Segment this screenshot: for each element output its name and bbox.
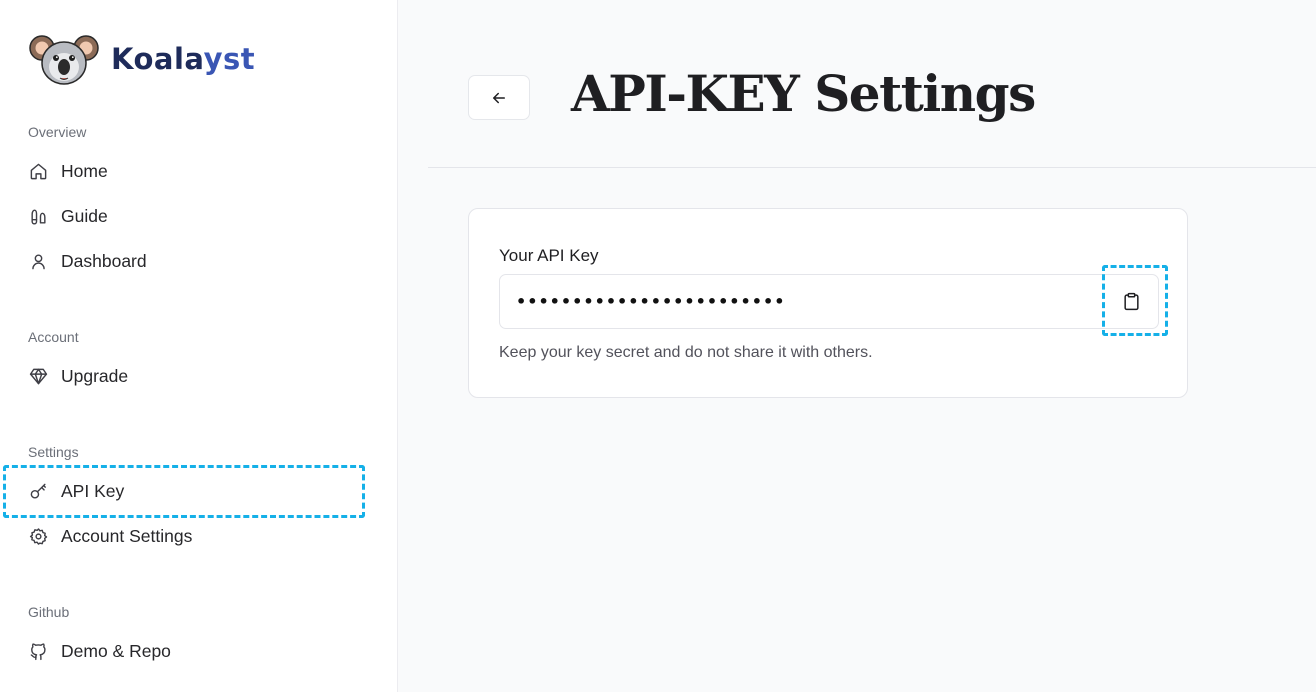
sidebar-item-label: Demo & Repo xyxy=(61,640,171,661)
api-key-helper-text: Keep your key secret and do not share it… xyxy=(499,344,873,361)
arrow-left-icon xyxy=(493,92,505,103)
gem-icon xyxy=(28,366,48,386)
section-label-account: Account xyxy=(28,329,79,345)
app-root: Koalayst Overview Home Guide Dashboard A… xyxy=(0,0,1316,692)
sidebar: Koalayst Overview Home Guide Dashboard A… xyxy=(0,0,398,692)
sidebar-item-home[interactable]: Home xyxy=(28,155,348,187)
sidebar-item-account-settings[interactable]: Account Settings xyxy=(28,520,348,552)
api-key-label: Your API Key xyxy=(499,246,599,265)
brand-name: Koalayst xyxy=(111,42,255,76)
key-icon xyxy=(28,481,48,501)
sidebar-item-label: Guide xyxy=(61,205,108,226)
page-title: API-KEY Settings xyxy=(571,64,1036,123)
footprints-icon xyxy=(28,206,48,226)
section-label-settings: Settings xyxy=(28,444,79,460)
section-label-github: Github xyxy=(28,604,70,620)
sidebar-item-api-key[interactable]: API Key xyxy=(28,475,348,507)
copy-button[interactable] xyxy=(1106,277,1156,326)
sidebar-item-label: Upgrade xyxy=(61,365,129,386)
sidebar-item-label: Account Settings xyxy=(61,525,193,546)
main-content: API-KEY Settings Your API Key ••••••••••… xyxy=(398,0,1316,692)
sidebar-item-dashboard[interactable]: Dashboard xyxy=(28,245,348,277)
sidebar-item-upgrade[interactable]: Upgrade xyxy=(28,360,348,392)
koala-logo xyxy=(29,35,99,85)
github-icon xyxy=(28,641,48,661)
brand-name-part-blue: yst xyxy=(203,42,256,76)
sidebar-item-label: Home xyxy=(61,160,108,181)
header-divider xyxy=(428,167,1316,168)
sidebar-item-label: API Key xyxy=(61,480,125,501)
sidebar-item-guide[interactable]: Guide xyxy=(28,200,348,232)
home-icon xyxy=(28,161,48,181)
api-key-card: Your API Key •••••••••••••••••••••••• Ke… xyxy=(468,208,1188,398)
brand-name-part-dark: Koala xyxy=(111,42,204,76)
clipboard-icon xyxy=(1123,292,1139,311)
section-label-overview: Overview xyxy=(28,124,87,140)
brand[interactable]: Koalayst xyxy=(29,31,255,87)
gear-icon xyxy=(28,526,48,546)
sidebar-item-label: Dashboard xyxy=(61,250,147,271)
user-icon xyxy=(28,251,48,271)
api-key-field[interactable]: •••••••••••••••••••••••• xyxy=(499,274,1159,329)
sidebar-item-demo-repo[interactable]: Demo & Repo xyxy=(28,635,348,667)
back-button[interactable] xyxy=(468,75,530,120)
